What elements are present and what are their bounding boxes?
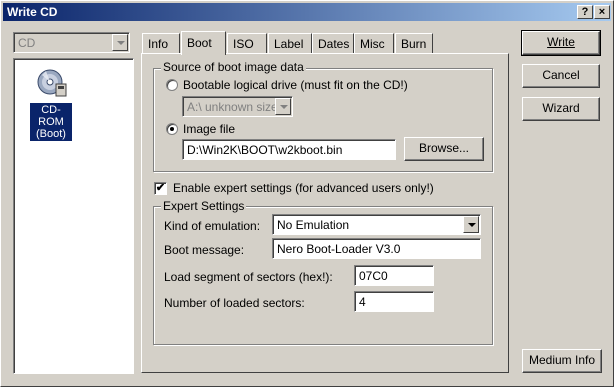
write-cd-dialog: Write CD ? × CD CD-ROM (Boot) Info Boot … <box>0 0 614 387</box>
write-button[interactable]: Write <box>521 30 601 56</box>
bootable-drive-label: Bootable logical drive (must fit on the … <box>183 78 408 92</box>
wizard-button[interactable]: Wizard <box>522 97 600 121</box>
load-segment-input[interactable]: 07C0 <box>354 265 434 286</box>
tab-boot[interactable]: Boot <box>181 31 226 55</box>
load-segment-label: Load segment of sectors (hex!): <box>164 270 333 284</box>
loaded-sectors-label: Number of loaded sectors: <box>164 296 305 310</box>
tab-iso[interactable]: ISO <box>227 33 267 53</box>
tab-dates[interactable]: Dates <box>312 33 354 53</box>
window-title: Write CD <box>7 5 58 19</box>
drive-select[interactable]: CD <box>13 32 130 53</box>
drive-select-value: CD <box>18 36 36 50</box>
boot-source-group-label: Source of boot image data <box>161 60 306 74</box>
cd-rom-item-line1: CD-ROM <box>38 104 64 128</box>
drive-letter-select[interactable]: A:\ unknown size <box>182 96 293 117</box>
tab-label[interactable]: Label <box>268 33 312 53</box>
chevron-down-icon <box>112 34 128 51</box>
emulation-select[interactable]: No Emulation <box>272 214 481 235</box>
tab-burn[interactable]: Burn <box>395 33 433 53</box>
browse-button[interactable]: Browse... <box>404 137 484 161</box>
chevron-down-icon[interactable] <box>463 216 479 233</box>
cd-rom-item-line2: (Boot) <box>36 128 66 140</box>
cancel-button[interactable]: Cancel <box>522 64 600 88</box>
tab-misc[interactable]: Misc <box>354 33 394 53</box>
image-path-input[interactable]: D:\Win2K\BOOT\w2kboot.bin <box>182 139 396 160</box>
emulation-label: Kind of emulation: <box>164 219 261 233</box>
help-button[interactable]: ? <box>577 5 593 19</box>
chevron-down-icon <box>275 98 291 115</box>
expert-settings-label: Enable expert settings (for advanced use… <box>173 181 434 195</box>
boot-message-label: Boot message: <box>164 243 245 257</box>
drive-letter-value: A:\ unknown size <box>187 100 278 114</box>
medium-info-button[interactable]: Medium Info <box>522 349 602 373</box>
bootable-drive-radio[interactable] <box>166 79 178 91</box>
image-file-label: Image file <box>183 122 236 136</box>
expert-settings-group-label: Expert Settings <box>161 199 247 213</box>
boot-message-input[interactable]: Nero Boot-Loader V3.0 <box>272 238 481 259</box>
cd-rom-icon[interactable] <box>36 67 68 99</box>
image-file-radio[interactable] <box>166 123 178 135</box>
loaded-sectors-input[interactable]: 4 <box>354 291 434 312</box>
recorder-list[interactable]: CD-ROM (Boot) <box>13 58 134 374</box>
tab-info[interactable]: Info <box>142 33 180 53</box>
emulation-value: No Emulation <box>277 218 350 232</box>
title-bar[interactable]: Write CD ? × <box>3 3 611 21</box>
close-button[interactable]: × <box>594 5 610 19</box>
expert-settings-checkbox[interactable]: ✔ <box>154 182 167 195</box>
cd-rom-item-label[interactable]: CD-ROM (Boot) <box>30 103 72 141</box>
